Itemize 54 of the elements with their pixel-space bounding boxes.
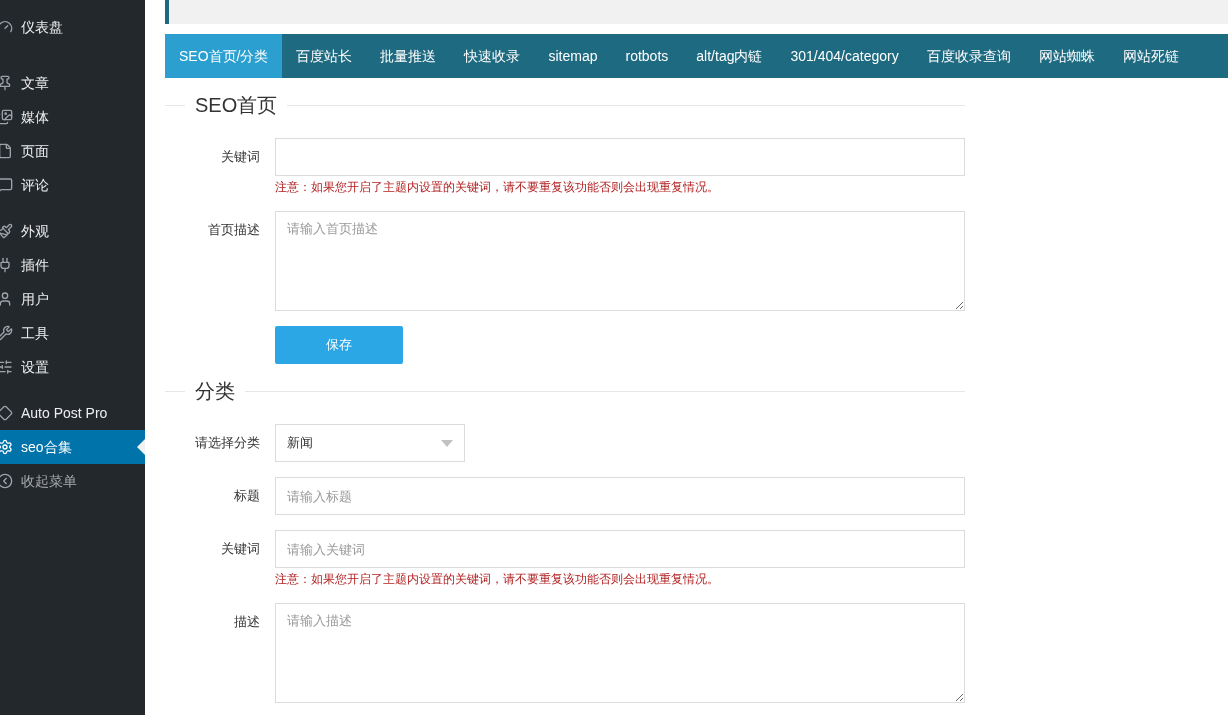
field-label: 描述 (233, 613, 261, 631)
pin-icon (0, 75, 13, 91)
settings-icon (0, 439, 13, 455)
tab[interactable]: 批量推送 (366, 34, 451, 78)
text-field[interactable] (275, 138, 965, 176)
sidebar-item[interactable]: Auto Post Pro (0, 396, 145, 430)
warning-note: 注意：如果您开启了主题内设置的关键词，请不要重复该功能否则会出现重复情况。 (275, 571, 720, 588)
tab[interactable]: 网站死链 (1108, 34, 1193, 78)
text-field[interactable]: 请输入关键词 (275, 530, 965, 568)
dropdown-arrow-icon (441, 439, 453, 447)
sidebar-item[interactable]: 媒体 (0, 100, 145, 134)
user-icon (0, 291, 13, 307)
wrench-icon (0, 325, 13, 341)
field-label: 标题 (233, 487, 261, 505)
sliders-icon (0, 359, 13, 375)
sidebar-item[interactable]: 插件 (0, 248, 145, 282)
sidebar-item[interactable]: 收起菜单 (0, 464, 145, 498)
tab[interactable]: sitemap (534, 34, 612, 78)
comment-icon (0, 177, 13, 193)
tab[interactable]: 网站蜘蛛 (1024, 34, 1109, 78)
media-icon (0, 109, 13, 125)
tab[interactable]: 百度站长 (282, 34, 367, 78)
collapse-icon (0, 473, 13, 489)
page-icon (0, 143, 13, 159)
field-label: 关键词 (220, 148, 261, 166)
textarea-field[interactable]: 请输入描述 (275, 603, 965, 703)
sidebar-item[interactable]: 工具 (0, 316, 145, 350)
tab[interactable]: 百度收录查询 (912, 34, 1025, 78)
sidebar-item[interactable]: 用户 (0, 282, 145, 316)
sidebar-item[interactable]: 设置 (0, 350, 145, 384)
field-label: 请选择分类 (194, 434, 261, 452)
category-select[interactable]: 新闻 (275, 424, 465, 462)
text-field[interactable]: 请输入标题 (275, 477, 965, 515)
tab[interactable]: rotbots (611, 34, 683, 78)
field-label: 首页描述 (207, 221, 261, 239)
sidebar-item[interactable]: 仪表盘 (0, 10, 145, 44)
sidebar-item[interactable]: 页面 (0, 134, 145, 168)
sidebar-item[interactable]: 评论 (0, 168, 145, 202)
dashboard-icon (0, 19, 13, 35)
tab[interactable]: 快速收录 (450, 34, 535, 78)
tab[interactable]: 301/404/category (776, 34, 913, 78)
sidebar-item[interactable]: 文章 (0, 66, 145, 100)
textarea-field[interactable]: 请输入首页描述 (275, 211, 965, 311)
tab[interactable]: alt/tag内链 (682, 34, 777, 78)
section-title: SEO首页 (194, 93, 279, 118)
plug-icon (0, 257, 13, 273)
diamond-icon (0, 405, 13, 421)
sidebar-item[interactable]: 外观 (0, 214, 145, 248)
warning-note: 注意：如果您开启了主题内设置的关键词，请不要重复该功能否则会出现重复情况。 (275, 179, 720, 196)
field-label: 关键词 (220, 540, 261, 558)
section-title: 分类 (194, 379, 236, 404)
active-pointer-icon (137, 439, 145, 455)
sidebar-item[interactable]: seo合集 (0, 430, 145, 464)
brush-icon (0, 223, 13, 239)
